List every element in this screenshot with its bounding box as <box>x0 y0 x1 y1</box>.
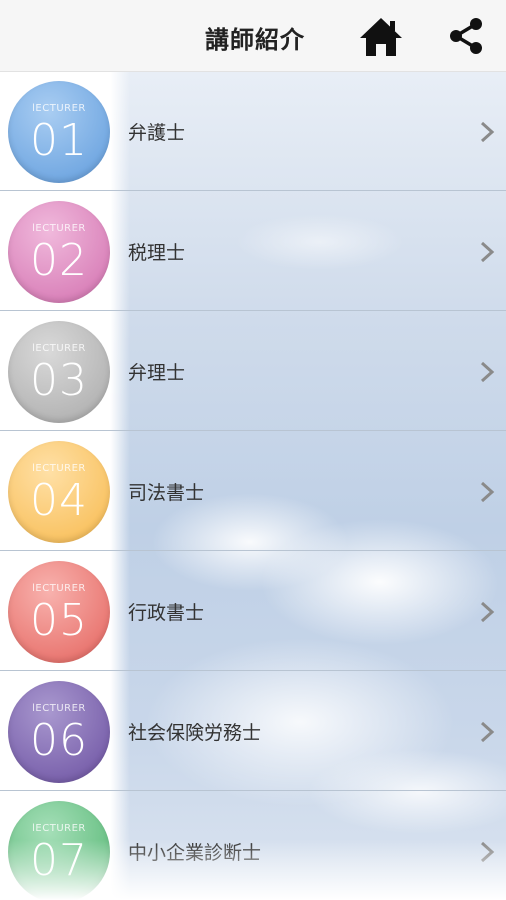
chevron-right-icon <box>480 481 495 503</box>
page-title: 講師紹介 <box>205 26 305 54</box>
badge-number: 01 <box>30 115 88 166</box>
badge-caption: lECTURER <box>32 223 86 234</box>
badge-caption: lECTURER <box>32 103 86 114</box>
home-button[interactable] <box>358 16 404 58</box>
badge-caption: lECTURER <box>32 583 86 594</box>
list-item-label: 司法書士 <box>128 482 205 504</box>
lecturer-badge: lECTURER 07 <box>8 801 110 900</box>
list-item-label: 弁護士 <box>128 122 186 144</box>
list-item-label: 中小企業診断士 <box>128 842 262 864</box>
lecturer-badge: lECTURER 05 <box>8 561 110 663</box>
list-item-label: 弁理士 <box>128 362 186 384</box>
chevron-right-icon <box>480 721 495 743</box>
badge-number: 05 <box>30 595 88 646</box>
badge-number: 03 <box>30 355 88 406</box>
home-icon <box>360 18 402 56</box>
list-item-label: 社会保険労務士 <box>128 722 262 744</box>
lecturer-list: lECTURER 01 弁護士 lECTURER 02 税理士 lECTURER… <box>0 72 506 900</box>
badge-number: 06 <box>30 715 88 766</box>
list-item-lecturer-03[interactable]: lECTURER 03 弁理士 <box>0 312 506 431</box>
list-item-lecturer-07[interactable]: lECTURER 07 中小企業診断士 <box>0 792 506 900</box>
list-item-lecturer-05[interactable]: lECTURER 05 行政書士 <box>0 552 506 671</box>
list-item-label: 行政書士 <box>128 602 205 624</box>
badge-caption: lECTURER <box>32 823 86 834</box>
list-item-lecturer-01[interactable]: lECTURER 01 弁護士 <box>0 72 506 191</box>
badge-caption: lECTURER <box>32 463 86 474</box>
chevron-right-icon <box>480 241 495 263</box>
list-item-lecturer-04[interactable]: lECTURER 04 司法書士 <box>0 432 506 551</box>
chevron-right-icon <box>480 841 495 863</box>
lecturer-badge: lECTURER 02 <box>8 201 110 303</box>
badge-caption: lECTURER <box>32 703 86 714</box>
list-item-lecturer-02[interactable]: lECTURER 02 税理士 <box>0 192 506 311</box>
lecturer-badge: lECTURER 06 <box>8 681 110 783</box>
chevron-right-icon <box>480 361 495 383</box>
lecturer-badge: lECTURER 04 <box>8 441 110 543</box>
share-button[interactable] <box>446 16 486 56</box>
lecturer-badge: lECTURER 01 <box>8 81 110 183</box>
share-icon <box>450 18 482 54</box>
badge-caption: lECTURER <box>32 343 86 354</box>
badge-number: 07 <box>30 835 88 886</box>
list-item-label: 税理士 <box>128 242 186 264</box>
list-item-lecturer-06[interactable]: lECTURER 06 社会保険労務士 <box>0 672 506 791</box>
chevron-right-icon <box>480 121 495 143</box>
lecturer-badge: lECTURER 03 <box>8 321 110 423</box>
badge-number: 04 <box>30 475 88 526</box>
app-header: 講師紹介 <box>0 0 506 72</box>
badge-number: 02 <box>30 235 88 286</box>
chevron-right-icon <box>480 601 495 623</box>
